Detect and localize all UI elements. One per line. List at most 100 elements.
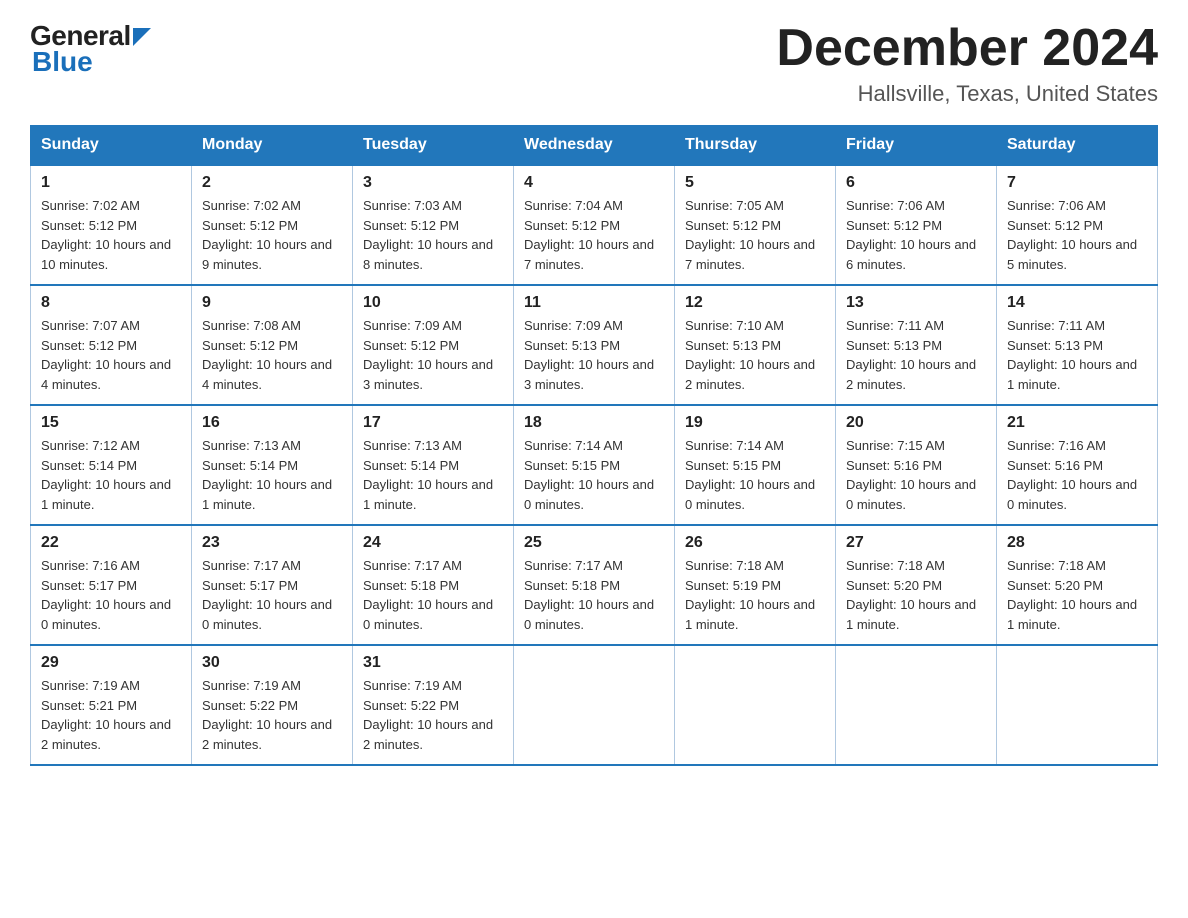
- day-info: Sunrise: 7:04 AMSunset: 5:12 PMDaylight:…: [524, 196, 664, 274]
- calendar-cell: 7 Sunrise: 7:06 AMSunset: 5:12 PMDayligh…: [997, 165, 1158, 285]
- day-info: Sunrise: 7:17 AMSunset: 5:18 PMDaylight:…: [524, 556, 664, 634]
- calendar-cell: 10 Sunrise: 7:09 AMSunset: 5:12 PMDaylig…: [353, 285, 514, 405]
- day-number: 7: [1007, 174, 1147, 192]
- day-number: 10: [363, 294, 503, 312]
- calendar-cell: 8 Sunrise: 7:07 AMSunset: 5:12 PMDayligh…: [31, 285, 192, 405]
- calendar-cell: 3 Sunrise: 7:03 AMSunset: 5:12 PMDayligh…: [353, 165, 514, 285]
- calendar-cell: 17 Sunrise: 7:13 AMSunset: 5:14 PMDaylig…: [353, 405, 514, 525]
- calendar-week-row: 1 Sunrise: 7:02 AMSunset: 5:12 PMDayligh…: [31, 165, 1158, 285]
- day-info: Sunrise: 7:19 AMSunset: 5:21 PMDaylight:…: [41, 676, 181, 754]
- day-number: 1: [41, 174, 181, 192]
- location-title: Hallsville, Texas, United States: [776, 81, 1158, 107]
- calendar-header-row: SundayMondayTuesdayWednesdayThursdayFrid…: [31, 126, 1158, 166]
- day-info: Sunrise: 7:19 AMSunset: 5:22 PMDaylight:…: [202, 676, 342, 754]
- calendar-header-thursday: Thursday: [675, 126, 836, 166]
- calendar-header-sunday: Sunday: [31, 126, 192, 166]
- day-info: Sunrise: 7:18 AMSunset: 5:20 PMDaylight:…: [1007, 556, 1147, 634]
- day-info: Sunrise: 7:14 AMSunset: 5:15 PMDaylight:…: [685, 436, 825, 514]
- day-info: Sunrise: 7:09 AMSunset: 5:12 PMDaylight:…: [363, 316, 503, 394]
- day-number: 18: [524, 414, 664, 432]
- day-number: 20: [846, 414, 986, 432]
- day-number: 23: [202, 534, 342, 552]
- calendar-cell: 24 Sunrise: 7:17 AMSunset: 5:18 PMDaylig…: [353, 525, 514, 645]
- day-number: 3: [363, 174, 503, 192]
- day-number: 8: [41, 294, 181, 312]
- calendar-cell: 30 Sunrise: 7:19 AMSunset: 5:22 PMDaylig…: [192, 645, 353, 765]
- calendar-cell: 15 Sunrise: 7:12 AMSunset: 5:14 PMDaylig…: [31, 405, 192, 525]
- calendar-cell: 19 Sunrise: 7:14 AMSunset: 5:15 PMDaylig…: [675, 405, 836, 525]
- day-info: Sunrise: 7:07 AMSunset: 5:12 PMDaylight:…: [41, 316, 181, 394]
- day-info: Sunrise: 7:15 AMSunset: 5:16 PMDaylight:…: [846, 436, 986, 514]
- calendar-header-monday: Monday: [192, 126, 353, 166]
- day-number: 19: [685, 414, 825, 432]
- day-info: Sunrise: 7:18 AMSunset: 5:19 PMDaylight:…: [685, 556, 825, 634]
- calendar-cell: 9 Sunrise: 7:08 AMSunset: 5:12 PMDayligh…: [192, 285, 353, 405]
- calendar-table: SundayMondayTuesdayWednesdayThursdayFrid…: [30, 125, 1158, 766]
- day-info: Sunrise: 7:19 AMSunset: 5:22 PMDaylight:…: [363, 676, 503, 754]
- calendar-week-row: 15 Sunrise: 7:12 AMSunset: 5:14 PMDaylig…: [31, 405, 1158, 525]
- day-number: 9: [202, 294, 342, 312]
- day-info: Sunrise: 7:14 AMSunset: 5:15 PMDaylight:…: [524, 436, 664, 514]
- day-number: 21: [1007, 414, 1147, 432]
- day-info: Sunrise: 7:13 AMSunset: 5:14 PMDaylight:…: [363, 436, 503, 514]
- calendar-cell: 13 Sunrise: 7:11 AMSunset: 5:13 PMDaylig…: [836, 285, 997, 405]
- day-info: Sunrise: 7:11 AMSunset: 5:13 PMDaylight:…: [846, 316, 986, 394]
- calendar-header-friday: Friday: [836, 126, 997, 166]
- day-number: 17: [363, 414, 503, 432]
- calendar-header-tuesday: Tuesday: [353, 126, 514, 166]
- calendar-cell: 18 Sunrise: 7:14 AMSunset: 5:15 PMDaylig…: [514, 405, 675, 525]
- calendar-cell: 12 Sunrise: 7:10 AMSunset: 5:13 PMDaylig…: [675, 285, 836, 405]
- day-number: 24: [363, 534, 503, 552]
- logo-blue-text: Blue: [30, 46, 93, 78]
- calendar-cell: [836, 645, 997, 765]
- day-info: Sunrise: 7:10 AMSunset: 5:13 PMDaylight:…: [685, 316, 825, 394]
- day-info: Sunrise: 7:02 AMSunset: 5:12 PMDaylight:…: [41, 196, 181, 274]
- day-info: Sunrise: 7:08 AMSunset: 5:12 PMDaylight:…: [202, 316, 342, 394]
- day-info: Sunrise: 7:16 AMSunset: 5:16 PMDaylight:…: [1007, 436, 1147, 514]
- day-info: Sunrise: 7:12 AMSunset: 5:14 PMDaylight:…: [41, 436, 181, 514]
- day-info: Sunrise: 7:06 AMSunset: 5:12 PMDaylight:…: [846, 196, 986, 274]
- calendar-cell: 20 Sunrise: 7:15 AMSunset: 5:16 PMDaylig…: [836, 405, 997, 525]
- day-number: 4: [524, 174, 664, 192]
- day-number: 6: [846, 174, 986, 192]
- calendar-cell: 1 Sunrise: 7:02 AMSunset: 5:12 PMDayligh…: [31, 165, 192, 285]
- calendar-cell: 26 Sunrise: 7:18 AMSunset: 5:19 PMDaylig…: [675, 525, 836, 645]
- calendar-cell: 6 Sunrise: 7:06 AMSunset: 5:12 PMDayligh…: [836, 165, 997, 285]
- logo-triangle-icon: [133, 28, 151, 46]
- calendar-cell: 21 Sunrise: 7:16 AMSunset: 5:16 PMDaylig…: [997, 405, 1158, 525]
- day-number: 12: [685, 294, 825, 312]
- day-info: Sunrise: 7:06 AMSunset: 5:12 PMDaylight:…: [1007, 196, 1147, 274]
- calendar-cell: 22 Sunrise: 7:16 AMSunset: 5:17 PMDaylig…: [31, 525, 192, 645]
- calendar-cell: 2 Sunrise: 7:02 AMSunset: 5:12 PMDayligh…: [192, 165, 353, 285]
- day-number: 13: [846, 294, 986, 312]
- month-title: December 2024: [776, 20, 1158, 77]
- day-number: 29: [41, 654, 181, 672]
- day-number: 5: [685, 174, 825, 192]
- day-number: 2: [202, 174, 342, 192]
- day-info: Sunrise: 7:18 AMSunset: 5:20 PMDaylight:…: [846, 556, 986, 634]
- day-number: 16: [202, 414, 342, 432]
- day-number: 15: [41, 414, 181, 432]
- day-number: 27: [846, 534, 986, 552]
- calendar-cell: 23 Sunrise: 7:17 AMSunset: 5:17 PMDaylig…: [192, 525, 353, 645]
- day-info: Sunrise: 7:17 AMSunset: 5:18 PMDaylight:…: [363, 556, 503, 634]
- calendar-cell: 4 Sunrise: 7:04 AMSunset: 5:12 PMDayligh…: [514, 165, 675, 285]
- day-number: 28: [1007, 534, 1147, 552]
- day-info: Sunrise: 7:13 AMSunset: 5:14 PMDaylight:…: [202, 436, 342, 514]
- day-info: Sunrise: 7:16 AMSunset: 5:17 PMDaylight:…: [41, 556, 181, 634]
- logo: General Blue: [30, 20, 151, 78]
- day-info: Sunrise: 7:09 AMSunset: 5:13 PMDaylight:…: [524, 316, 664, 394]
- day-number: 31: [363, 654, 503, 672]
- day-number: 26: [685, 534, 825, 552]
- calendar-week-row: 29 Sunrise: 7:19 AMSunset: 5:21 PMDaylig…: [31, 645, 1158, 765]
- day-number: 14: [1007, 294, 1147, 312]
- calendar-cell: 11 Sunrise: 7:09 AMSunset: 5:13 PMDaylig…: [514, 285, 675, 405]
- calendar-cell: 14 Sunrise: 7:11 AMSunset: 5:13 PMDaylig…: [997, 285, 1158, 405]
- calendar-cell: [514, 645, 675, 765]
- title-block: December 2024 Hallsville, Texas, United …: [776, 20, 1158, 107]
- calendar-week-row: 22 Sunrise: 7:16 AMSunset: 5:17 PMDaylig…: [31, 525, 1158, 645]
- day-number: 11: [524, 294, 664, 312]
- day-number: 30: [202, 654, 342, 672]
- calendar-cell: 31 Sunrise: 7:19 AMSunset: 5:22 PMDaylig…: [353, 645, 514, 765]
- page-header: General Blue December 2024 Hallsville, T…: [30, 20, 1158, 107]
